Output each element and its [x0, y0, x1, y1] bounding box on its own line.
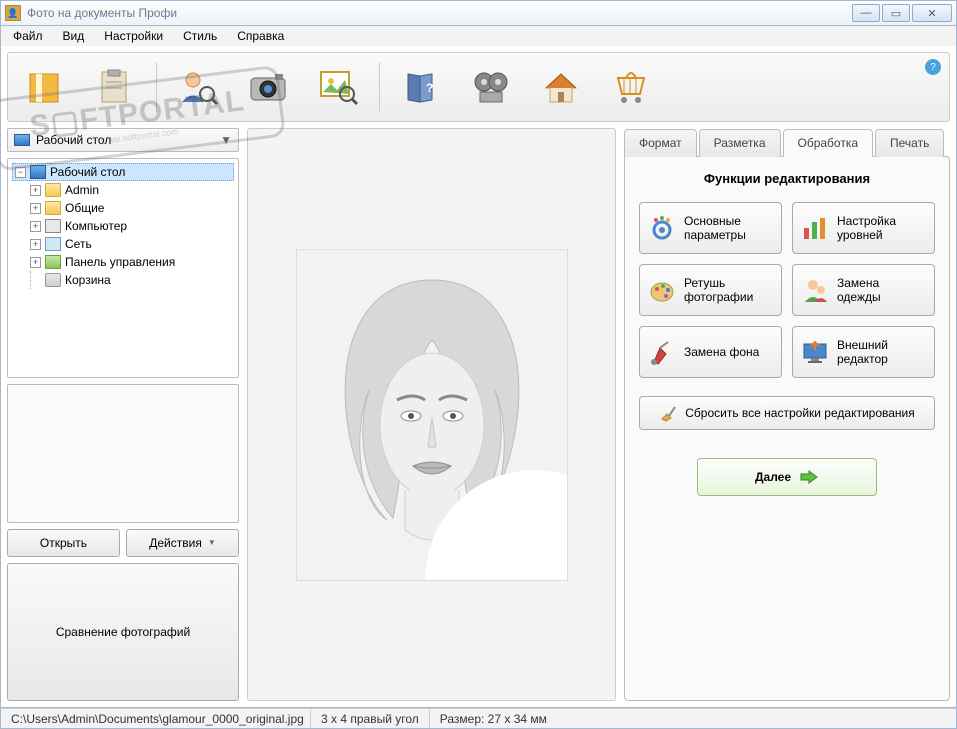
tool-video[interactable]: [458, 57, 524, 117]
expand-icon[interactable]: +: [30, 185, 41, 196]
desktop-icon: [14, 134, 30, 146]
tree-node-computer[interactable]: + Компьютер: [12, 217, 234, 235]
chevron-down-icon: ▼: [220, 133, 232, 147]
tab-print[interactable]: Печать: [875, 129, 944, 157]
maximize-button[interactable]: ▭: [882, 4, 910, 22]
tree-node-network[interactable]: + Сеть: [12, 235, 234, 253]
tab-body-editing: Функции редактирования Основные параметр…: [624, 156, 950, 701]
tree-label: Общие: [65, 201, 104, 215]
tree-node-controlpanel[interactable]: + Панель управления: [12, 253, 234, 271]
monitor-icon: [801, 338, 829, 366]
combo-label: Рабочий стол: [36, 133, 111, 147]
toolbar: ? ?: [7, 52, 950, 122]
next-button[interactable]: Далее: [697, 458, 877, 496]
network-icon: [45, 237, 61, 251]
arrow-right-icon: [799, 469, 819, 485]
func-retouch[interactable]: Ретушь фотографии: [639, 264, 782, 316]
tree-label: Рабочий стол: [50, 165, 125, 179]
func-clothes[interactable]: Замена одежды: [792, 264, 935, 316]
statusbar: C:\Users\Admin\Documents\glamour_0000_or…: [0, 708, 957, 729]
compare-button[interactable]: Сравнение фотографий: [7, 563, 239, 702]
folder-icon: [45, 201, 61, 215]
menu-view[interactable]: Вид: [57, 27, 91, 45]
tree-node-trash[interactable]: Корзина: [12, 271, 234, 289]
avatar-icon: [801, 276, 829, 304]
tree-label: Компьютер: [65, 219, 127, 233]
folder-icon: [45, 183, 61, 197]
tabs: Формат Разметка Обработка Печать: [624, 128, 950, 156]
expand-icon[interactable]: +: [30, 257, 41, 268]
window-title: Фото на документы Профи: [27, 6, 852, 20]
tree-node-public[interactable]: + Общие: [12, 199, 234, 217]
tree-connector: [30, 271, 41, 289]
tool-camera[interactable]: [235, 57, 301, 117]
func-levels[interactable]: Настройка уровней: [792, 202, 935, 254]
minimize-button[interactable]: —: [852, 4, 880, 22]
menubar: Файл Вид Настройки Стиль Справка: [0, 26, 957, 46]
tree-node-admin[interactable]: + Admin: [12, 181, 234, 199]
tab-format[interactable]: Формат: [624, 129, 697, 157]
menu-file[interactable]: Файл: [7, 27, 49, 45]
right-panel: Формат Разметка Обработка Печать Функции…: [624, 128, 950, 701]
computer-icon: [45, 219, 61, 233]
tool-clipboard[interactable]: [82, 57, 148, 117]
tab-layout[interactable]: Разметка: [699, 129, 781, 157]
tree-label: Admin: [65, 183, 99, 197]
expand-icon[interactable]: +: [30, 221, 41, 232]
tool-person-search[interactable]: [165, 57, 231, 117]
actions-button[interactable]: Действия: [126, 529, 239, 557]
func-basic-params[interactable]: Основные параметры: [639, 202, 782, 254]
tool-image-search[interactable]: [305, 57, 371, 117]
menu-style[interactable]: Стиль: [177, 27, 223, 45]
func-external-editor[interactable]: Внешний редактор: [792, 326, 935, 378]
tab-editing[interactable]: Обработка: [783, 129, 874, 157]
tree-node-desktop[interactable]: − Рабочий стол: [12, 163, 234, 181]
expand-icon[interactable]: +: [30, 239, 41, 250]
palette-icon: [648, 276, 676, 304]
brush-icon: [659, 404, 677, 422]
tree-label: Панель управления: [65, 255, 175, 269]
desktop-icon: [30, 165, 46, 179]
app-icon: 👤: [5, 5, 21, 21]
status-format: 3 x 4 правый угол: [311, 709, 430, 728]
tool-help-book[interactable]: ?: [388, 57, 454, 117]
menu-help[interactable]: Справка: [231, 27, 290, 45]
status-size: Размер: 27 x 34 мм: [430, 709, 557, 728]
toolbar-help-icon[interactable]: ?: [925, 59, 941, 75]
trash-icon: [45, 273, 61, 287]
titlebar: 👤 Фото на документы Профи — ▭ ✕: [0, 0, 957, 26]
control-panel-icon: [45, 255, 61, 269]
folder-tree[interactable]: − Рабочий стол + Admin + Общие +: [7, 158, 239, 378]
status-path: C:\Users\Admin\Documents\glamour_0000_or…: [1, 709, 311, 728]
bars-icon: [801, 214, 829, 242]
editing-title: Функции редактирования: [639, 171, 935, 186]
reset-button[interactable]: Сбросить все настройки редактирования: [639, 396, 935, 430]
svg-text:?: ?: [426, 81, 433, 95]
tool-cart[interactable]: [598, 57, 664, 117]
photo-preview[interactable]: [297, 250, 567, 580]
lamp-icon: [648, 338, 676, 366]
location-combo[interactable]: Рабочий стол ▼: [7, 128, 239, 152]
tool-package[interactable]: [12, 57, 78, 117]
tree-label: Сеть: [65, 237, 92, 251]
menu-settings[interactable]: Настройки: [98, 27, 169, 45]
expand-icon[interactable]: +: [30, 203, 41, 214]
open-button[interactable]: Открыть: [7, 529, 120, 557]
tool-home[interactable]: [528, 57, 594, 117]
close-button[interactable]: ✕: [912, 4, 952, 22]
gear-icon: [648, 214, 676, 242]
tree-label: Корзина: [65, 273, 111, 287]
thumbnail-area: [7, 384, 239, 523]
photo-preview-panel: [247, 128, 616, 701]
left-panel: Рабочий стол ▼ − Рабочий стол + Admin +: [7, 128, 239, 701]
func-background[interactable]: Замена фона: [639, 326, 782, 378]
collapse-icon[interactable]: −: [15, 167, 26, 178]
